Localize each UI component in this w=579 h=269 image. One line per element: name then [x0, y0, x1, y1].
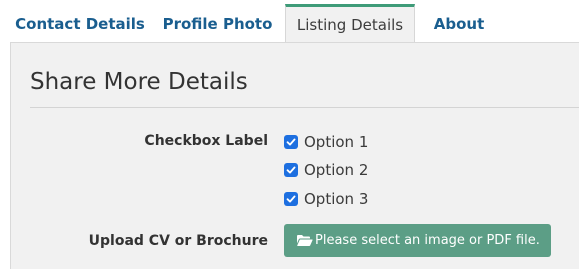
- tab-label: Profile Photo: [162, 15, 273, 33]
- listing-details-panel: Share More Details Checkbox Label Option…: [10, 42, 579, 269]
- option-2-checkbox[interactable]: Option 2: [284, 159, 368, 181]
- panel-title: Share More Details: [30, 69, 248, 95]
- upload-button-text: Please select an image or PDF file.: [315, 233, 540, 248]
- divider: [30, 107, 579, 108]
- option-label: Option 2: [304, 161, 369, 179]
- tab-profile-photo[interactable]: Profile Photo: [155, 6, 280, 42]
- option-3-checkbox[interactable]: Option 3: [284, 188, 368, 210]
- upload-file-button[interactable]: Please select an image or PDF file.: [284, 224, 551, 257]
- checkbox-checked-icon[interactable]: [284, 192, 298, 206]
- tab-bar: Contact Details Profile Photo Listing De…: [0, 0, 579, 42]
- tab-label: Listing Details: [296, 15, 404, 34]
- option-1-checkbox[interactable]: Option 1: [284, 131, 368, 153]
- option-label: Option 3: [304, 190, 369, 208]
- tab-about[interactable]: About: [420, 6, 498, 42]
- tab-listing-details[interactable]: Listing Details: [285, 4, 415, 42]
- folder-open-icon: [296, 234, 313, 247]
- option-label: Option 1: [304, 133, 369, 151]
- tab-label: About: [433, 15, 485, 33]
- checkbox-checked-icon[interactable]: [284, 163, 298, 177]
- checkbox-group-label: Checkbox Label: [144, 133, 268, 149]
- upload-label: Upload CV or Brochure: [88, 233, 268, 249]
- tab-label: Contact Details: [15, 15, 145, 33]
- checkbox-checked-icon[interactable]: [284, 135, 298, 149]
- tab-contact-details[interactable]: Contact Details: [10, 6, 150, 42]
